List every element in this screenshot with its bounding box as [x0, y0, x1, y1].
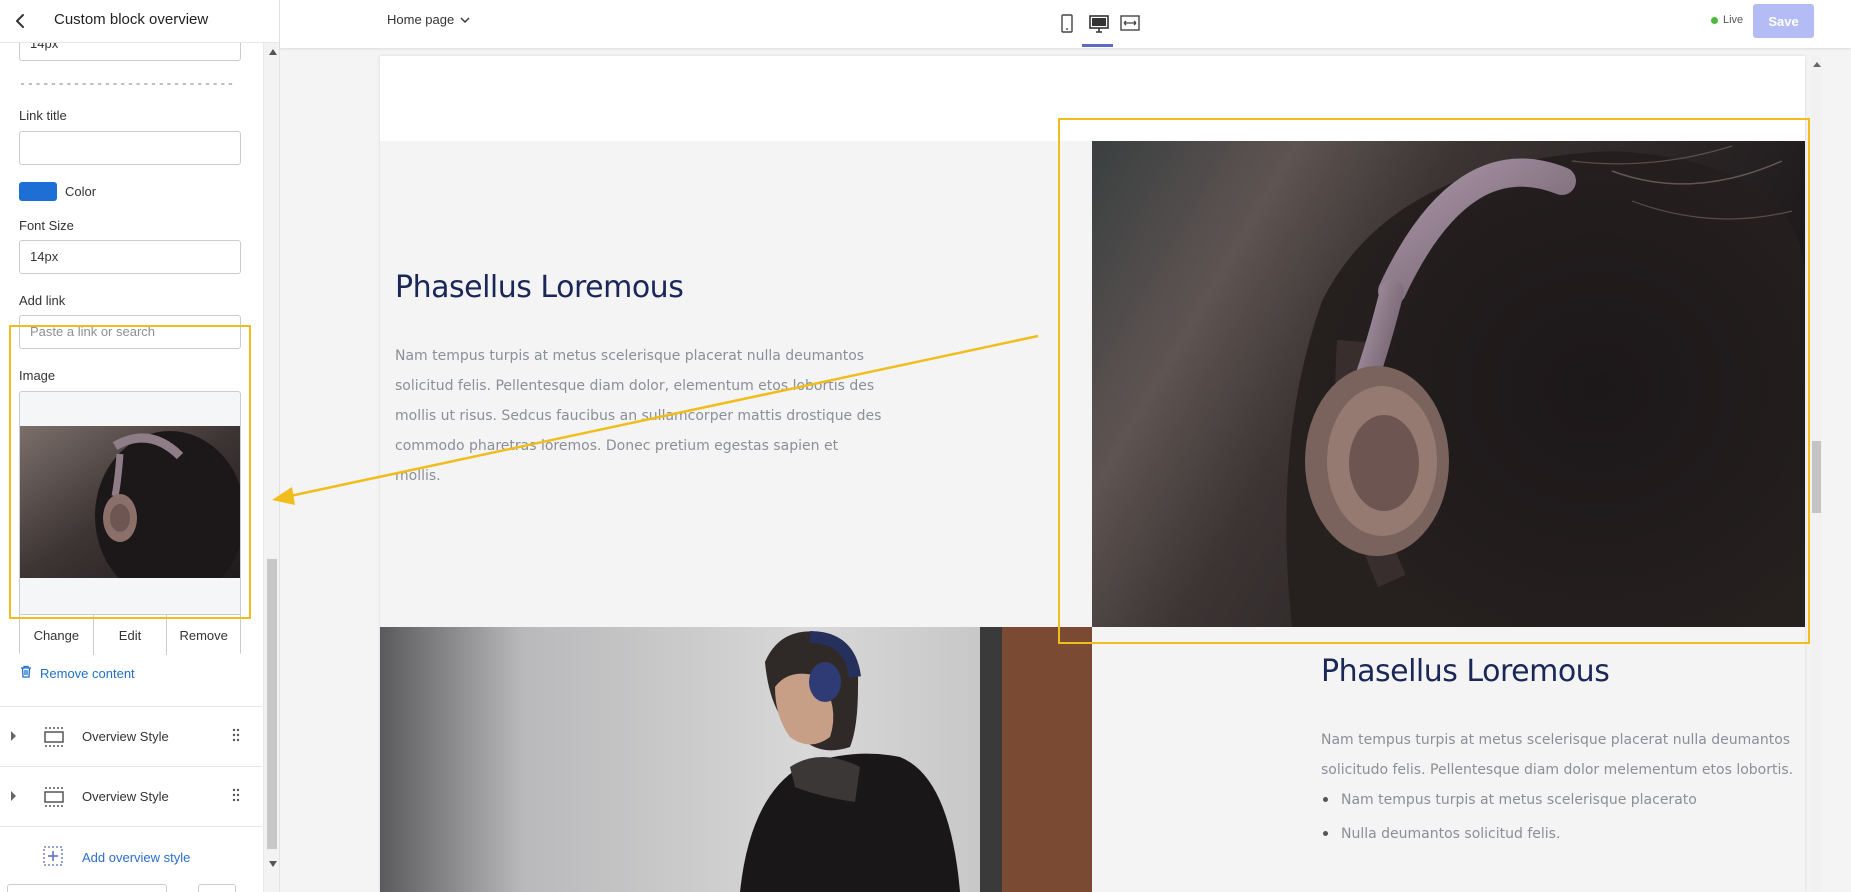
- active-device-indicator: [1082, 44, 1113, 47]
- image-actions: Change Edit Remove: [20, 614, 241, 655]
- sidebar-scroll-area: 14px ---------------------------- Link t…: [0, 27, 262, 892]
- section-2-image[interactable]: [380, 627, 1092, 892]
- bullet-item[interactable]: Nulla deumantos solicitud felis.: [1321, 817, 1697, 851]
- body-line: mollis ut risus. Sedcus faucibus an sull…: [395, 408, 882, 424]
- back-arrow-icon[interactable]: [8, 8, 34, 34]
- separator-text: ----------------------------: [19, 77, 235, 91]
- section-2-bullets: Nam tempus turpis at metus scelerisque p…: [1321, 783, 1697, 851]
- drag-handle-icon[interactable]: [232, 788, 240, 802]
- section-layout-icon: [42, 786, 66, 808]
- scroll-down-icon[interactable]: [269, 861, 277, 867]
- remove-content-label: Remove content: [40, 665, 135, 681]
- color-swatch[interactable]: [19, 182, 57, 201]
- add-overview-style-label: Add overview style: [82, 850, 191, 865]
- expand-caret-icon[interactable]: [11, 791, 16, 801]
- link-title-field[interactable]: [19, 131, 241, 165]
- sidebar-header: Custom block overview: [0, 0, 279, 43]
- sidebar-scrollbar[interactable]: [263, 43, 279, 892]
- live-dot-icon: [1711, 16, 1718, 24]
- overview-style-label: Overview Style: [82, 729, 169, 744]
- add-link-label: Add link: [19, 293, 66, 308]
- editor-topbar: Home page Live Save: [280, 0, 1851, 49]
- body-line: Nam tempus turpis at metus scelerisque p…: [1321, 732, 1791, 748]
- overview-style-item[interactable]: Overview Style: [0, 766, 262, 827]
- sidebar: Custom block overview 14px -------------…: [0, 0, 280, 892]
- trash-icon: [20, 665, 32, 681]
- overview-section-1: Phasellus Loremous Nam tempus turpis at …: [380, 141, 1805, 627]
- remove-content-link[interactable]: Remove content: [20, 665, 135, 681]
- page-selector-label: Home page: [387, 12, 455, 27]
- save-button[interactable]: Save: [1753, 4, 1814, 38]
- change-image-button[interactable]: Change: [20, 615, 94, 655]
- desktop-icon[interactable]: [1086, 11, 1112, 37]
- add-section-icon: [42, 845, 64, 867]
- color-label: Color: [65, 184, 97, 199]
- image-label: Image: [19, 368, 56, 383]
- image-picker: Change Edit Remove: [19, 391, 241, 655]
- body-line: Nam tempus turpis at metus scelerisque p…: [395, 348, 865, 364]
- chevron-down-icon: [460, 12, 470, 27]
- bottom-button-stub[interactable]: [198, 884, 236, 892]
- edit-image-button[interactable]: Edit: [93, 615, 168, 655]
- font-size-field[interactable]: 14px: [19, 240, 241, 274]
- link-title-label: Link title: [19, 108, 67, 123]
- sidebar-title: Custom block overview: [54, 11, 209, 28]
- section-1-image[interactable]: [1092, 141, 1805, 627]
- body-line: solicitud felis. Pellentesque diam dolor…: [395, 378, 875, 394]
- drag-handle-icon[interactable]: [232, 728, 240, 742]
- mobile-icon[interactable]: [1054, 11, 1080, 37]
- scroll-up-icon[interactable]: [1813, 62, 1821, 67]
- section-2-heading[interactable]: Phasellus Loremous: [1321, 654, 1610, 689]
- section-1-body[interactable]: Nam tempus turpis at metus scelerisque p…: [395, 341, 915, 491]
- body-line: solicitudo felis. Pellentesque diam dolo…: [1321, 762, 1794, 778]
- full-width-icon[interactable]: [1117, 11, 1143, 37]
- font-size-label: Font Size: [19, 218, 74, 233]
- page-selector[interactable]: Home page: [387, 12, 470, 27]
- overview-style-label: Overview Style: [82, 789, 169, 804]
- section-layout-icon: [42, 726, 66, 748]
- overview-style-item[interactable]: Overview Style: [0, 706, 262, 767]
- body-line: mollis.: [395, 468, 441, 484]
- body-line: commodo pharetras loremos. Donec pretium…: [395, 438, 839, 454]
- live-label: Live: [1723, 14, 1744, 26]
- bullet-item[interactable]: Nam tempus turpis at metus scelerisque p…: [1321, 783, 1697, 817]
- section-2-body[interactable]: Nam tempus turpis at metus scelerisque p…: [1321, 725, 1801, 785]
- scrollbar-thumb[interactable]: [267, 559, 277, 849]
- scroll-up-icon[interactable]: [269, 49, 277, 55]
- add-link-field[interactable]: Paste a link or search: [19, 315, 241, 349]
- expand-caret-icon[interactable]: [11, 731, 16, 741]
- add-overview-style[interactable]: Add overview style: [0, 826, 262, 867]
- preview-scrollbar-thumb[interactable]: [1812, 441, 1821, 513]
- bottom-button-stub[interactable]: [7, 884, 167, 892]
- section-1-heading[interactable]: Phasellus Loremous: [395, 270, 684, 305]
- remove-image-button[interactable]: Remove: [167, 615, 241, 655]
- preview-scrollbar[interactable]: [1811, 56, 1822, 892]
- image-thumbnail: [20, 426, 240, 578]
- overview-section-2: Phasellus Loremous Nam tempus turpis at …: [1092, 627, 1805, 892]
- page-preview: Phasellus Loremous Nam tempus turpis at …: [380, 56, 1805, 892]
- live-status: Live: [1711, 14, 1743, 26]
